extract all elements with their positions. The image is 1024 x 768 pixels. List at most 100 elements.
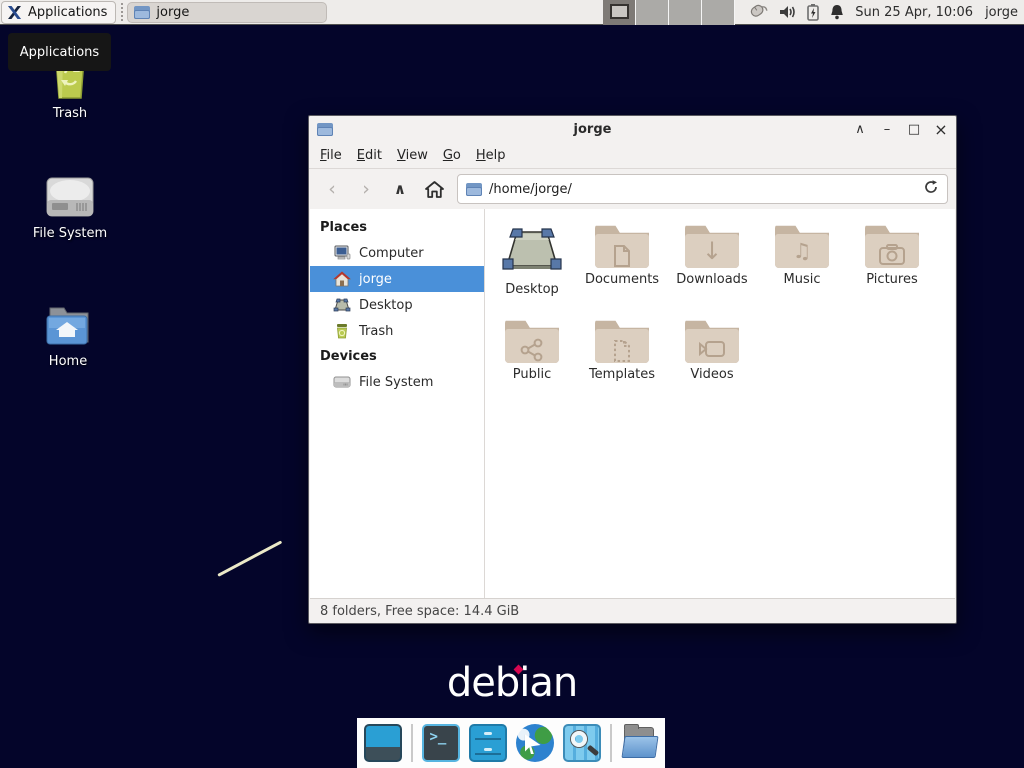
file-public[interactable]: Public <box>489 317 575 401</box>
system-tray <box>747 3 845 21</box>
menu-help[interactable]: Help <box>476 148 506 163</box>
file-manager-window: jorge ∧ – □ × File Edit View Go Help ‹ ›… <box>308 115 957 624</box>
hard-drive-icon <box>15 168 125 220</box>
tooltip-text: Applications <box>20 45 99 60</box>
file-icon-view[interactable]: Desktop Documents ↓ Downloads <box>485 209 955 598</box>
workspace-4[interactable] <box>702 0 735 25</box>
workspace-3[interactable] <box>669 0 702 25</box>
applications-menu-button[interactable]: Applications <box>1 1 116 24</box>
application-finder-launcher[interactable] <box>563 724 601 762</box>
shade-button[interactable]: ∧ <box>851 116 869 143</box>
location-bar[interactable]: /home/jorge/ <box>457 174 948 204</box>
back-button[interactable]: ‹ <box>317 175 347 203</box>
maximize-button[interactable]: □ <box>905 116 923 143</box>
file-downloads[interactable]: ↓ Downloads <box>669 222 755 306</box>
desktop-icon-label: Trash <box>15 106 125 121</box>
file-desktop[interactable]: Desktop <box>489 224 575 308</box>
web-browser-launcher[interactable] <box>516 724 554 762</box>
statusbar-text: 8 folders, Free space: 14.4 GiB <box>320 604 519 619</box>
mouse-icon[interactable] <box>747 3 769 21</box>
top-panel: Applications jorge <box>0 0 1024 25</box>
dock: >_ <box>357 718 665 768</box>
debian-wordmark: debian <box>447 660 577 706</box>
location-path[interactable]: /home/jorge/ <box>489 182 916 197</box>
hard-drive-icon <box>333 375 351 389</box>
menubar: File Edit View Go Help <box>309 143 956 169</box>
sidebar-item-desktop[interactable]: Desktop <box>310 292 484 318</box>
menu-file[interactable]: File <box>320 148 342 163</box>
workspace-1[interactable] <box>603 0 636 25</box>
file-cabinet-launcher[interactable] <box>469 724 507 762</box>
magnifier-icon <box>571 731 587 747</box>
home-icon <box>333 271 351 287</box>
minimize-button[interactable]: – <box>878 116 896 143</box>
desktop-icon-label: File System <box>15 226 125 241</box>
panel-handle[interactable] <box>119 3 124 21</box>
applications-tooltip: Applications <box>8 33 111 71</box>
sidebar-item-file-system[interactable]: File System <box>310 369 484 395</box>
file-videos[interactable]: Videos <box>669 317 755 401</box>
desktop-icon <box>333 297 351 313</box>
file-music[interactable]: ♫ Music <box>759 222 845 306</box>
panel-username[interactable]: jorge <box>985 5 1018 20</box>
sidebar: Places Computer jorge <box>310 209 485 598</box>
sidebar-item-computer[interactable]: Computer <box>310 240 484 266</box>
notifications-bell-icon[interactable] <box>829 3 845 21</box>
file-manager-launcher[interactable] <box>621 724 659 762</box>
file-templates[interactable]: Templates <box>579 317 665 401</box>
home-icon <box>424 180 445 199</box>
browser-cursor-icon <box>525 734 541 754</box>
video-folder-icon <box>685 319 739 363</box>
location-folder-icon <box>466 183 482 196</box>
battery-charging-icon[interactable] <box>806 3 820 21</box>
file-pictures[interactable]: Pictures <box>849 222 935 306</box>
desktop-icon-label: Home <box>13 354 123 369</box>
terminal-prompt-icon: >_ <box>430 729 447 745</box>
sidebar-item-jorge[interactable]: jorge <box>310 266 484 292</box>
workspace-switcher <box>603 0 735 25</box>
close-button[interactable]: × <box>932 116 950 143</box>
panel-clock[interactable]: Sun 25 Apr, 10:06 <box>855 5 973 20</box>
window-title: jorge <box>309 122 876 137</box>
debian-wallpaper-logo: debian <box>0 660 1024 706</box>
document-folder-icon <box>595 224 649 268</box>
xfce-applications-icon <box>6 4 23 21</box>
menu-view[interactable]: View <box>397 148 428 163</box>
places-header: Places <box>310 215 484 240</box>
download-folder-icon: ↓ <box>685 224 739 268</box>
toolbar: ‹ › ∧ /home/jorge/ <box>309 169 956 209</box>
music-folder-icon: ♫ <box>775 224 829 268</box>
terminal-launcher[interactable]: >_ <box>422 724 460 762</box>
computer-icon <box>333 245 351 261</box>
taskbar-window-button[interactable]: jorge <box>127 2 327 23</box>
taskbar-window-label: jorge <box>156 5 189 20</box>
pointer-stroke <box>217 540 282 576</box>
home-folder-icon <box>13 296 123 348</box>
up-button[interactable]: ∧ <box>385 175 415 203</box>
workspace-2[interactable] <box>636 0 669 25</box>
workspace-window-preview <box>610 4 629 19</box>
pictures-folder-icon <box>865 224 919 268</box>
forward-button[interactable]: › <box>351 175 381 203</box>
template-folder-icon <box>595 319 649 363</box>
share-folder-icon <box>505 319 559 363</box>
window-folder-icon <box>134 6 150 19</box>
desktop-icon-file-system[interactable]: File System <box>15 168 125 241</box>
desktop-icon-home[interactable]: Home <box>13 296 123 369</box>
devices-header: Devices <box>310 344 484 369</box>
volume-icon[interactable] <box>778 4 797 20</box>
desktop-icon <box>501 224 563 274</box>
window-content: Places Computer jorge <box>310 209 955 598</box>
file-documents[interactable]: Documents <box>579 222 665 306</box>
reload-button[interactable] <box>923 179 939 199</box>
sidebar-item-trash[interactable]: Trash <box>310 318 484 344</box>
show-desktop-button[interactable] <box>364 724 402 762</box>
trash-icon <box>333 323 351 339</box>
menu-edit[interactable]: Edit <box>357 148 382 163</box>
home-button[interactable] <box>419 175 449 203</box>
titlebar[interactable]: jorge ∧ – □ × <box>309 116 956 143</box>
statusbar: 8 folders, Free space: 14.4 GiB <box>310 598 955 623</box>
dock-separator <box>610 724 612 762</box>
applications-label: Applications <box>28 5 107 20</box>
menu-go[interactable]: Go <box>443 148 461 163</box>
